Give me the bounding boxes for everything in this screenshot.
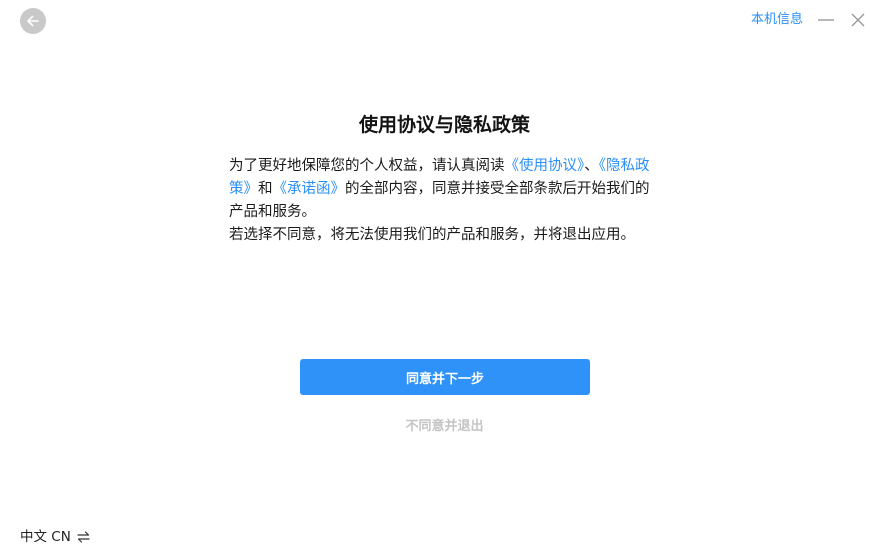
separator-text: 、 xyxy=(584,158,599,174)
back-button[interactable] xyxy=(20,8,46,34)
agreement-paragraph-1: 为了更好地保障您的个人权益，请认真阅读《使用协议》、《隐私政策》和《承诺函》的全… xyxy=(229,155,661,224)
usage-agreement-link[interactable]: 《使用协议》 xyxy=(505,158,585,174)
app-window: 本机信息 使用协议与隐私政策 为了更好地保障您的个人权益，请认真阅读《使用协议》… xyxy=(0,0,889,558)
minimize-icon xyxy=(818,19,834,21)
minimize-button[interactable] xyxy=(817,11,835,29)
conjunction-text: 和 xyxy=(258,181,273,197)
device-info-link[interactable]: 本机信息 xyxy=(751,10,803,30)
commitment-letter-link[interactable]: 《承诺函》 xyxy=(273,181,346,197)
page-title: 使用协议与隐私政策 xyxy=(358,114,530,136)
close-button[interactable] xyxy=(849,11,867,29)
arrow-left-icon xyxy=(27,15,39,27)
agreement-paragraph-2: 若选择不同意，将无法使用我们的产品和服务，并将退出应用。 xyxy=(229,227,635,243)
agree-next-button[interactable]: 同意并下一步 xyxy=(300,359,590,395)
close-icon xyxy=(851,13,865,27)
language-switch[interactable]: 中文 CN xyxy=(20,527,90,547)
disagree-exit-button[interactable]: 不同意并退出 xyxy=(0,418,889,436)
title-bar-controls: 本机信息 xyxy=(751,10,867,30)
swap-arrows-icon xyxy=(77,531,90,543)
language-label: 中文 CN xyxy=(20,529,71,545)
agreement-intro-text: 为了更好地保障您的个人权益，请认真阅读 xyxy=(229,158,505,174)
agreement-text: 为了更好地保障您的个人权益，请认真阅读《使用协议》、《隐私政策》和《承诺函》的全… xyxy=(229,155,661,247)
